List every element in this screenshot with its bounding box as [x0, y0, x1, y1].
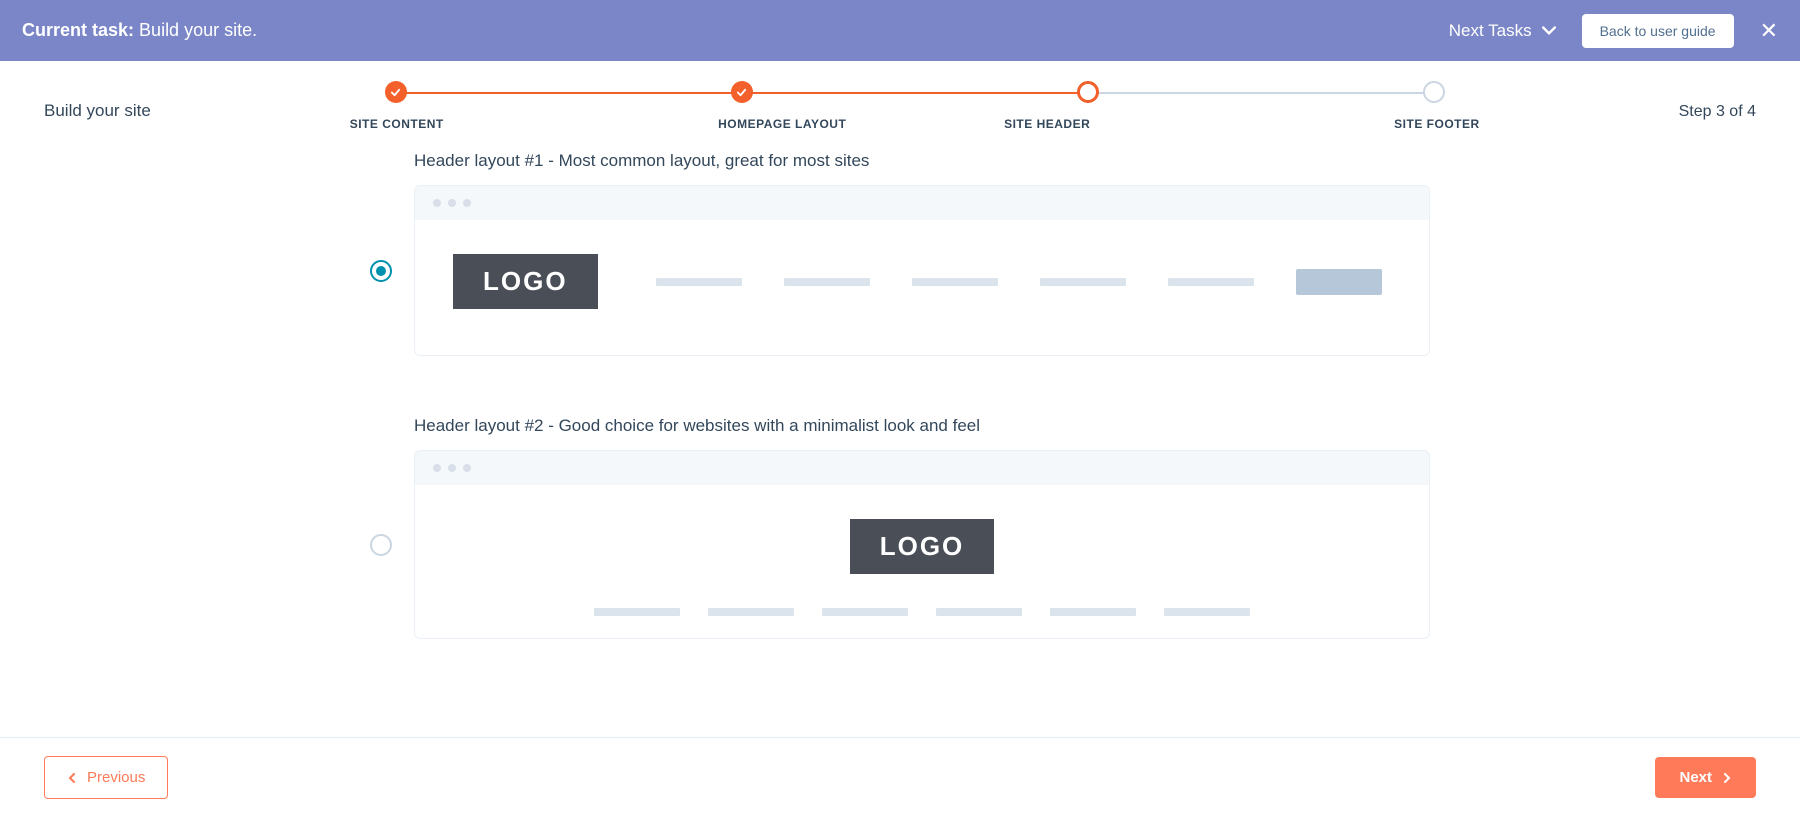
nav-placeholder — [708, 608, 794, 616]
nav-placeholder — [784, 278, 870, 286]
nav-placeholder — [1168, 278, 1254, 286]
option-description: Header layout #1 - Most common layout, g… — [370, 151, 1430, 171]
layout-preview-card[interactable]: LOGO — [414, 450, 1430, 639]
option-group: Header layout #1 - Most common layout, g… — [370, 151, 1430, 356]
check-icon — [390, 87, 401, 98]
step-counter: Step 3 of 4 — [1679, 103, 1756, 121]
cta-placeholder — [1296, 269, 1382, 295]
preview-body: LOGO — [415, 220, 1429, 355]
check-icon — [736, 87, 747, 98]
step-node-homepage-layout[interactable] — [731, 81, 753, 103]
nav-placeholder — [594, 608, 680, 616]
step-track-segment — [1091, 92, 1433, 94]
step-label: SITE CONTENT — [350, 117, 615, 131]
page-title: Build your site — [44, 101, 151, 121]
banner-actions: Next Tasks Back to user guide ✕ — [1449, 14, 1778, 48]
task-banner: Current task: Build your site. Next Task… — [0, 0, 1800, 61]
next-tasks-label: Next Tasks — [1449, 21, 1532, 41]
current-task-label: Current task: Build your site. — [22, 20, 257, 41]
step-label: HOMEPAGE LAYOUT — [650, 117, 915, 131]
nav-placeholder — [1050, 608, 1136, 616]
step-label: SITE HEADER — [915, 117, 1180, 131]
close-icon[interactable]: ✕ — [1760, 20, 1778, 42]
next-tasks-dropdown[interactable]: Next Tasks — [1449, 21, 1556, 41]
nav-placeholder — [1164, 608, 1250, 616]
step-track-segment — [738, 92, 1091, 94]
wizard-stepper: SITE CONTENT HOMEPAGE LAYOUT SITE HEADER… — [385, 81, 1445, 131]
chevron-left-icon — [67, 773, 77, 783]
task-name: Build your site. — [139, 20, 257, 40]
nav-placeholder — [656, 278, 742, 286]
radio-header-layout-2[interactable] — [370, 534, 392, 556]
header-layout-options: Header layout #1 - Most common layout, g… — [370, 151, 1430, 819]
window-dot-icon — [448, 464, 456, 472]
nav-placeholder — [936, 608, 1022, 616]
option-description: Header layout #2 - Good choice for websi… — [370, 416, 1430, 436]
task-prefix: Current task: — [22, 20, 134, 40]
logo-placeholder: LOGO — [850, 519, 995, 574]
nav-placeholder — [1040, 278, 1126, 286]
window-dot-icon — [463, 464, 471, 472]
back-to-user-guide-button[interactable]: Back to user guide — [1582, 14, 1734, 48]
nav-placeholder — [822, 608, 908, 616]
option-group: Header layout #2 - Good choice for websi… — [370, 416, 1430, 639]
chevron-down-icon — [1542, 24, 1556, 38]
previous-label: Previous — [87, 769, 145, 786]
previous-button[interactable]: Previous — [44, 756, 168, 799]
option-row: LOGO — [370, 185, 1430, 356]
window-dot-icon — [433, 464, 441, 472]
step-node-site-header[interactable] — [1077, 81, 1099, 103]
step-label: SITE FOOTER — [1215, 117, 1480, 131]
window-dot-icon — [463, 199, 471, 207]
wizard-nav-bar: Previous Next — [0, 737, 1800, 817]
step-node-site-content[interactable] — [385, 81, 407, 103]
preview-browser-bar — [415, 451, 1429, 485]
nav-placeholder-group — [594, 608, 1250, 616]
logo-placeholder: LOGO — [453, 254, 598, 309]
window-dot-icon — [433, 199, 441, 207]
next-label: Next — [1679, 769, 1712, 786]
stepper-section: Build your site SITE CONTENT HOMEPAGE LA… — [0, 61, 1800, 131]
layout-preview-card[interactable]: LOGO — [414, 185, 1430, 356]
next-button[interactable]: Next — [1655, 757, 1756, 798]
step-node-site-footer[interactable] — [1423, 81, 1445, 103]
window-dot-icon — [448, 199, 456, 207]
step-track-segment — [396, 92, 738, 94]
nav-placeholder-group — [656, 269, 1382, 295]
nav-placeholder — [912, 278, 998, 286]
option-row: LOGO — [370, 450, 1430, 639]
preview-browser-bar — [415, 186, 1429, 220]
preview-body: LOGO — [415, 485, 1429, 638]
chevron-right-icon — [1722, 773, 1732, 783]
radio-header-layout-1[interactable] — [370, 260, 392, 282]
